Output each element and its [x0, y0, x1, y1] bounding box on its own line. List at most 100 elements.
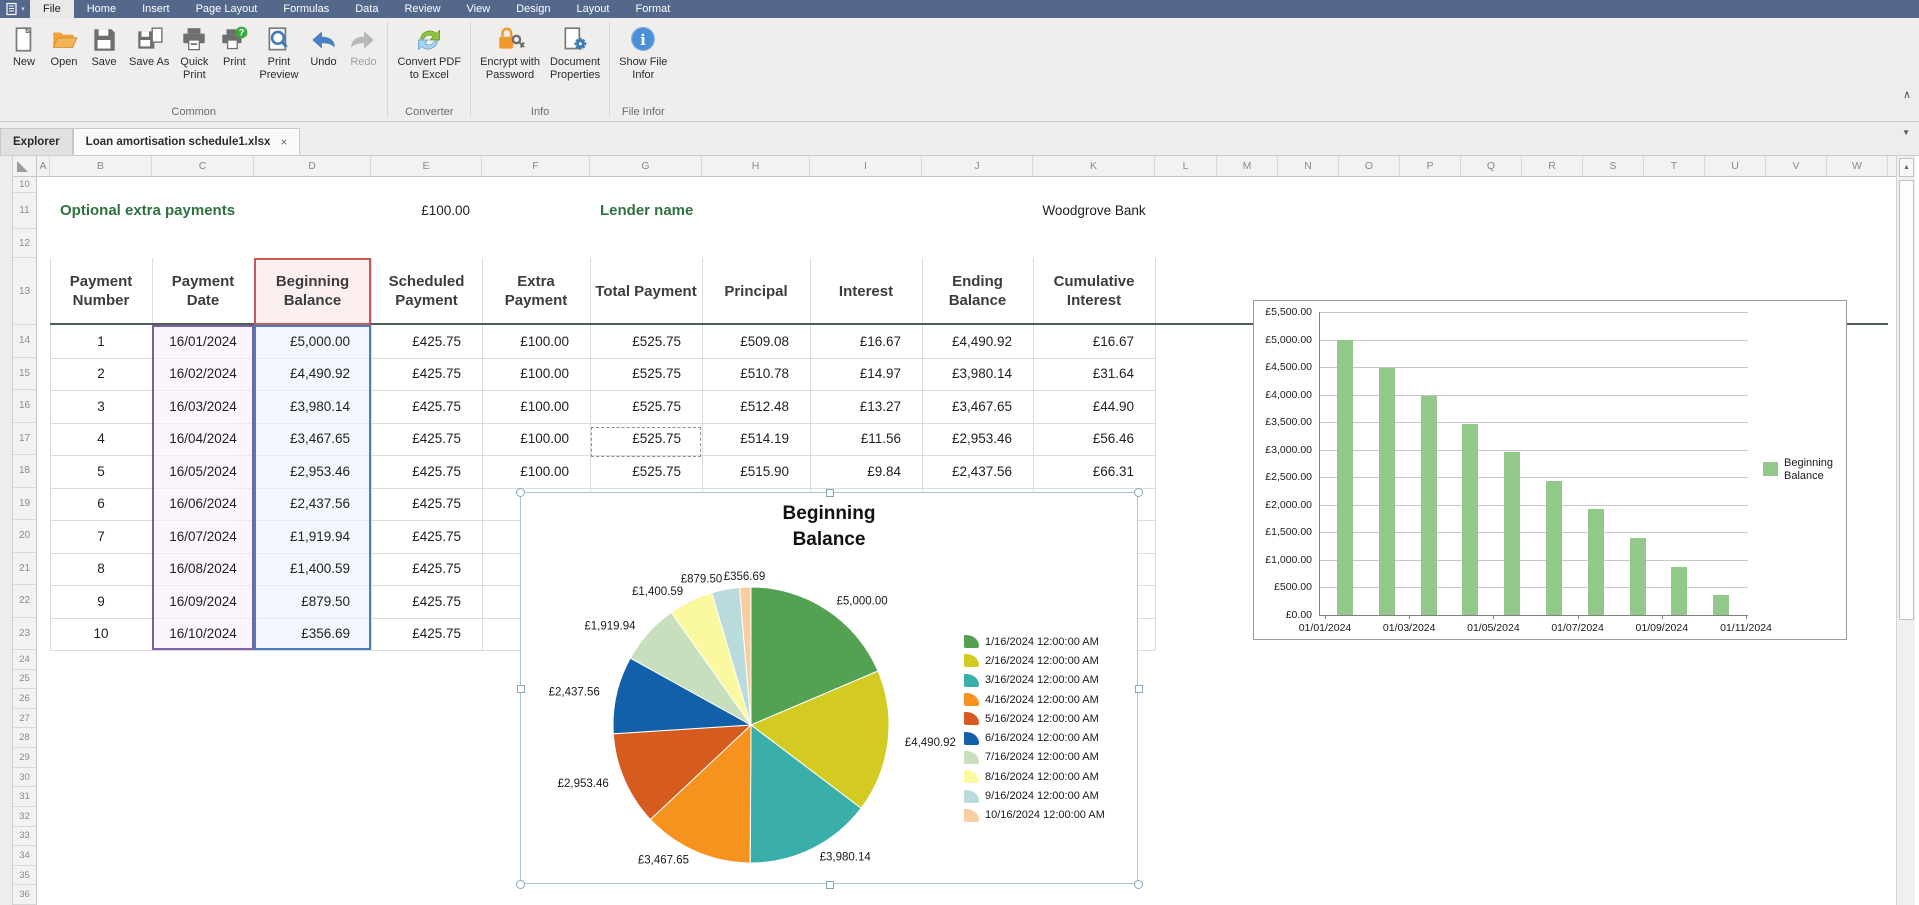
cell-E23[interactable]: £425.75: [371, 618, 482, 651]
cell-F15[interactable]: £100.00: [482, 358, 590, 391]
legend-item[interactable]: 3/16/2024 12:00:00 AM: [964, 671, 1105, 690]
menu-file[interactable]: File: [30, 0, 74, 18]
row-header-23[interactable]: 23: [13, 618, 37, 651]
row-header-35[interactable]: 35: [13, 866, 37, 886]
redo-button[interactable]: Redo: [343, 22, 383, 69]
row-header-32[interactable]: 32: [13, 807, 37, 827]
row-header-15[interactable]: 15: [13, 358, 37, 391]
column-header-W[interactable]: W: [1827, 156, 1888, 176]
menu-design[interactable]: Design: [503, 0, 563, 18]
legend-item[interactable]: 8/16/2024 12:00:00 AM: [964, 767, 1105, 786]
row-header-30[interactable]: 30: [13, 768, 37, 788]
cell-D17[interactable]: £3,467.65: [254, 423, 371, 456]
column-header-N[interactable]: N: [1278, 156, 1339, 176]
row-header-29[interactable]: 29: [13, 748, 37, 768]
legend-item[interactable]: 10/16/2024 12:00:00 AM: [964, 806, 1105, 825]
scroll-up-button[interactable]: ▲: [1899, 158, 1914, 177]
document-properties-button[interactable]: Document Properties: [545, 22, 605, 82]
menu-insert[interactable]: Insert: [129, 0, 183, 18]
cell-K14[interactable]: £16.67: [1033, 325, 1155, 358]
cell-F18[interactable]: £100.00: [482, 455, 590, 488]
row-header-36[interactable]: 36: [13, 885, 37, 905]
row-header-22[interactable]: 22: [13, 585, 37, 618]
table-header-J13[interactable]: Ending Balance: [924, 258, 1031, 324]
row-header-20[interactable]: 20: [13, 520, 37, 553]
undo-button[interactable]: Undo: [303, 22, 343, 69]
cell-B14[interactable]: 1: [50, 325, 152, 358]
cell-B15[interactable]: 2: [50, 358, 152, 391]
chart-selection-handle[interactable]: [1134, 880, 1143, 889]
cell-H15[interactable]: £510.78: [702, 358, 810, 391]
scrollbar-thumb[interactable]: [1899, 180, 1914, 620]
cell-G16[interactable]: £525.75: [590, 390, 702, 423]
table-header-F13[interactable]: Extra Payment: [484, 258, 588, 324]
bar-5[interactable]: [1504, 452, 1520, 615]
bar-10[interactable]: [1713, 595, 1729, 615]
collapse-ribbon-icon[interactable]: ∧: [1903, 88, 1911, 101]
select-all-corner[interactable]: [13, 156, 37, 176]
menu-format[interactable]: Format: [622, 0, 683, 18]
menu-view[interactable]: View: [454, 0, 504, 18]
menu-layout[interactable]: Layout: [563, 0, 622, 18]
cell-C15[interactable]: 16/02/2024: [152, 358, 254, 391]
cell-C16[interactable]: 16/03/2024: [152, 390, 254, 423]
print-preview-button[interactable]: Print Preview: [254, 22, 303, 82]
row-header-17[interactable]: 17: [13, 423, 37, 456]
cell-C17[interactable]: 16/04/2024: [152, 423, 254, 456]
bar-7[interactable]: [1588, 509, 1604, 615]
cell-J16[interactable]: £3,467.65: [922, 390, 1033, 423]
cell-H16[interactable]: £512.48: [702, 390, 810, 423]
menu-home[interactable]: Home: [74, 0, 129, 18]
cell-D16[interactable]: £3,980.14: [254, 390, 371, 423]
cell-D22[interactable]: £879.50: [254, 585, 371, 618]
column-header-J[interactable]: J: [922, 156, 1033, 176]
cell-C22[interactable]: 16/09/2024: [152, 585, 254, 618]
row-header-10[interactable]: 10: [13, 177, 37, 193]
row-header-26[interactable]: 26: [13, 689, 37, 709]
row-header-13[interactable]: 13: [13, 258, 37, 325]
row-header-34[interactable]: 34: [13, 846, 37, 866]
cell-F17[interactable]: £100.00: [482, 423, 590, 456]
column-header-U[interactable]: U: [1705, 156, 1766, 176]
save-as-button[interactable]: Save As: [124, 22, 174, 69]
column-header-V[interactable]: V: [1766, 156, 1827, 176]
cell-D14[interactable]: £5,000.00: [254, 325, 371, 358]
chart-selection-handle[interactable]: [1134, 488, 1143, 497]
vertical-scrollbar[interactable]: ▲: [1896, 156, 1915, 905]
row-header-24[interactable]: 24: [13, 650, 37, 670]
table-header-H13[interactable]: Principal: [704, 258, 808, 324]
cell-E20[interactable]: £425.75: [371, 520, 482, 553]
table-header-C13[interactable]: Payment Date: [154, 258, 252, 324]
cell-I18[interactable]: £9.84: [810, 455, 922, 488]
tab-explorer[interactable]: Explorer: [0, 128, 73, 155]
cell-J17[interactable]: £2,953.46: [922, 423, 1033, 456]
column-header-K[interactable]: K: [1033, 156, 1155, 176]
cell-K17[interactable]: £56.46: [1033, 423, 1155, 456]
cell-G18[interactable]: £525.75: [590, 455, 702, 488]
cell-J15[interactable]: £3,980.14: [922, 358, 1033, 391]
column-header-I[interactable]: I: [810, 156, 922, 176]
column-header-S[interactable]: S: [1583, 156, 1644, 176]
cell-H17[interactable]: £514.19: [702, 423, 810, 456]
bar-6[interactable]: [1546, 481, 1562, 615]
cell-E16[interactable]: £425.75: [371, 390, 482, 423]
legend-item[interactable]: 7/16/2024 12:00:00 AM: [964, 748, 1105, 767]
row-header-31[interactable]: 31: [13, 787, 37, 807]
pie-chart-panel[interactable]: Beginning Balance£5,000.00£4,490.92£3,98…: [520, 492, 1138, 884]
tab-list-dropdown-icon[interactable]: ▼: [1902, 128, 1910, 137]
column-header-O[interactable]: O: [1339, 156, 1400, 176]
cell-K18[interactable]: £66.31: [1033, 455, 1155, 488]
column-header-D[interactable]: D: [254, 156, 371, 176]
row-header-18[interactable]: 18: [13, 455, 37, 488]
chart-selection-handle[interactable]: [826, 489, 834, 497]
row-header-14[interactable]: 14: [13, 325, 37, 358]
chart-selection-handle[interactable]: [826, 881, 834, 889]
cell-I14[interactable]: £16.67: [810, 325, 922, 358]
chart-selection-handle[interactable]: [516, 880, 525, 889]
menu-data[interactable]: Data: [342, 0, 391, 18]
cell-J18[interactable]: £2,437.56: [922, 455, 1033, 488]
column-header-P[interactable]: P: [1400, 156, 1461, 176]
table-header-B13[interactable]: Payment Number: [52, 258, 150, 324]
save-button[interactable]: Save: [84, 22, 124, 69]
cell-I15[interactable]: £14.97: [810, 358, 922, 391]
